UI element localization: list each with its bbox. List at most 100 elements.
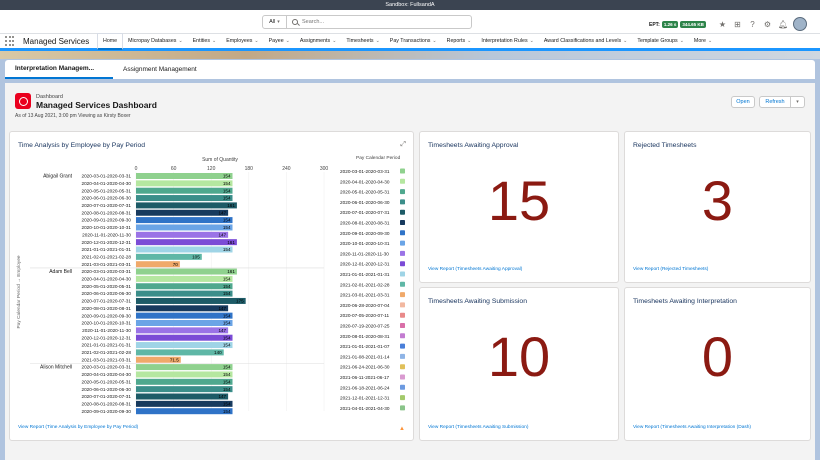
report-link[interactable]: View Report (Rejected Timesheets) [633,267,708,272]
nav-item-more[interactable]: More ⌄ [689,33,717,50]
chart-axis-title: Sum of Quantity [202,157,238,163]
bar-value-label: 154 [223,387,231,392]
chevron-down-icon[interactable]: ⌄ [623,38,627,44]
period-tick-label: 2020-08-01-2020-08-31 [81,306,131,311]
bell-icon[interactable]: 🔔︎ [778,20,788,29]
nav-item-interpretation-rules[interactable]: Interpretation Rules ⌄ [476,33,538,50]
bar-value-label: 154 [223,181,231,186]
bar-value-label: 154 [223,196,231,201]
bar [136,180,233,187]
bar-value-label: 154 [223,365,231,370]
tab-interpretation-management[interactable]: Interpretation Managem... [5,60,113,79]
favorites-star-icon[interactable]: ★ [718,20,727,29]
chevron-down-icon[interactable]: ⌄ [254,38,258,44]
nav-item-employees[interactable]: Employees ⌄ [221,33,263,50]
chevron-down-icon[interactable]: ⌄ [286,38,290,44]
chevron-down-icon[interactable]: ⌄ [376,38,380,44]
nav-item-award-classifications-and-levels[interactable]: Award Classifications and Levels ⌄ [539,33,633,50]
search-input[interactable] [302,19,462,25]
ept-label: EPT: [649,21,660,28]
chevron-down-icon[interactable]: ⌄ [332,38,336,44]
legend-swatch [400,364,405,370]
avatar[interactable] [793,17,807,31]
bar-value-label: 70 [173,262,179,267]
legend-label: 2020-06-01-2020-06-30 [340,200,390,205]
chevron-down-icon[interactable]: ⌄ [178,38,182,44]
period-tick-label: 2020-06-01-2020-06-30 [81,196,131,201]
bar [136,173,233,179]
nav-item-home[interactable]: Home [97,32,124,50]
ept-indicator: EPT: 1.26 s 344.65 KB [649,21,706,28]
period-tick-label: 2021-01-01-2021-01-31 [81,343,131,348]
period-tick-label: 2020-11-01-2020-11-30 [82,232,131,237]
bar [136,386,233,393]
more-actions-button[interactable]: ▾ [791,96,805,108]
legend-label: 2021-01-01-2021-01-07 [340,344,390,349]
legend-swatch [400,405,405,411]
bar [136,327,229,334]
refresh-button[interactable]: Refresh [759,96,791,108]
chevron-down-icon[interactable]: ⌄ [432,38,436,44]
report-link[interactable]: View Report (Timesheets Awaiting Submiss… [428,425,528,430]
help-icon[interactable]: ? [748,20,757,29]
chevron-down-icon[interactable]: ⌄ [467,38,471,44]
app-name: Managed Services [23,36,90,46]
gear-icon[interactable]: ⚙ [763,20,772,29]
legend-swatch [400,261,405,267]
period-tick-label: 2020-05-01-2020-05-31 [81,284,131,289]
nav-item-micropay-databases[interactable]: Micropay Databases ⌄ [123,33,188,50]
period-tick-label: 2020-04-01-2020-04-30 [81,372,131,377]
global-search[interactable]: All ▾ [262,15,472,29]
bar-value-label: 154 [223,277,231,282]
legend-swatch [400,395,405,401]
nav-item-template-groups[interactable]: Template Groups ⌄ [632,33,689,50]
metric-value[interactable]: 10 [420,324,618,389]
report-link[interactable]: View Report (Timesheets Awaiting Interpr… [633,425,751,430]
chart-report-link[interactable]: View Report (Time Analysis by Employee b… [18,425,138,430]
nav-item-assignments[interactable]: Assignments ⌄ [295,33,342,50]
legend-label: 2021-06-11-2021-06-17 [340,375,390,380]
chevron-down-icon[interactable]: ⌄ [212,38,216,44]
legend-title: Pay Calendar Period [356,155,401,161]
search-scope-label: All [269,19,276,25]
period-tick-label: 2021-03-01-2021-03-31 [81,262,131,267]
legend-label: 2020-11-01-2020-11-30 [340,251,389,256]
legend-swatch [400,209,405,215]
bar-value-label: 147 [218,306,226,311]
period-tick-label: 2020-04-01-2020-04-30 [81,181,131,186]
bar [136,283,233,290]
tab-assignment-management[interactable]: Assignment Management [113,60,207,79]
open-button[interactable]: Open [731,96,755,108]
metric-value[interactable]: 0 [625,324,810,389]
legend-swatch [400,343,405,349]
nav-item-reports[interactable]: Reports ⌄ [442,33,477,50]
bar [136,305,229,312]
bar [136,342,233,349]
search-scope-select[interactable]: All ▾ [263,16,287,28]
chevron-down-icon[interactable]: ⌄ [680,38,684,44]
period-tick-label: 2020-04-01-2020-04-30 [81,277,131,282]
window-title: Sandbox: FullsandA [385,2,435,8]
period-tick-label: 2020-09-01-2020-09-30 [81,313,131,318]
chevron-down-icon[interactable]: ⌄ [530,38,534,44]
bar-value-label: 161 [227,203,235,208]
add-icon[interactable]: ⊞ [733,20,742,29]
as-of-text: As of 13 Aug 2021, 3:00 pm Viewing as Ki… [15,113,131,119]
report-link[interactable]: View Report (Timesheets Awaiting Approva… [428,267,522,272]
period-tick-label: 2020-07-01-2020-07-31 [81,203,131,208]
nav-item-timesheets[interactable]: Timesheets ⌄ [341,33,384,50]
metric-value[interactable]: 15 [420,168,618,233]
bar-value-label: 175 [236,299,244,304]
app-launcher-icon[interactable] [5,36,15,46]
bar-value-label: 154 [223,284,231,289]
legend-swatch [400,281,405,287]
nav-item-pay-transactions[interactable]: Pay Transactions ⌄ [385,33,442,50]
period-tick-label: 2021-01-01-2021-01-31 [81,247,131,252]
x-tick-label: 120 [207,166,216,172]
bar-value-label: 154 [223,335,231,340]
bar [136,400,233,407]
nav-item-entities[interactable]: Entities ⌄ [188,33,222,50]
chevron-down-icon[interactable]: ⌄ [708,38,712,44]
metric-value[interactable]: 3 [625,168,810,233]
nav-item-payee[interactable]: Payee ⌄ [264,33,295,50]
